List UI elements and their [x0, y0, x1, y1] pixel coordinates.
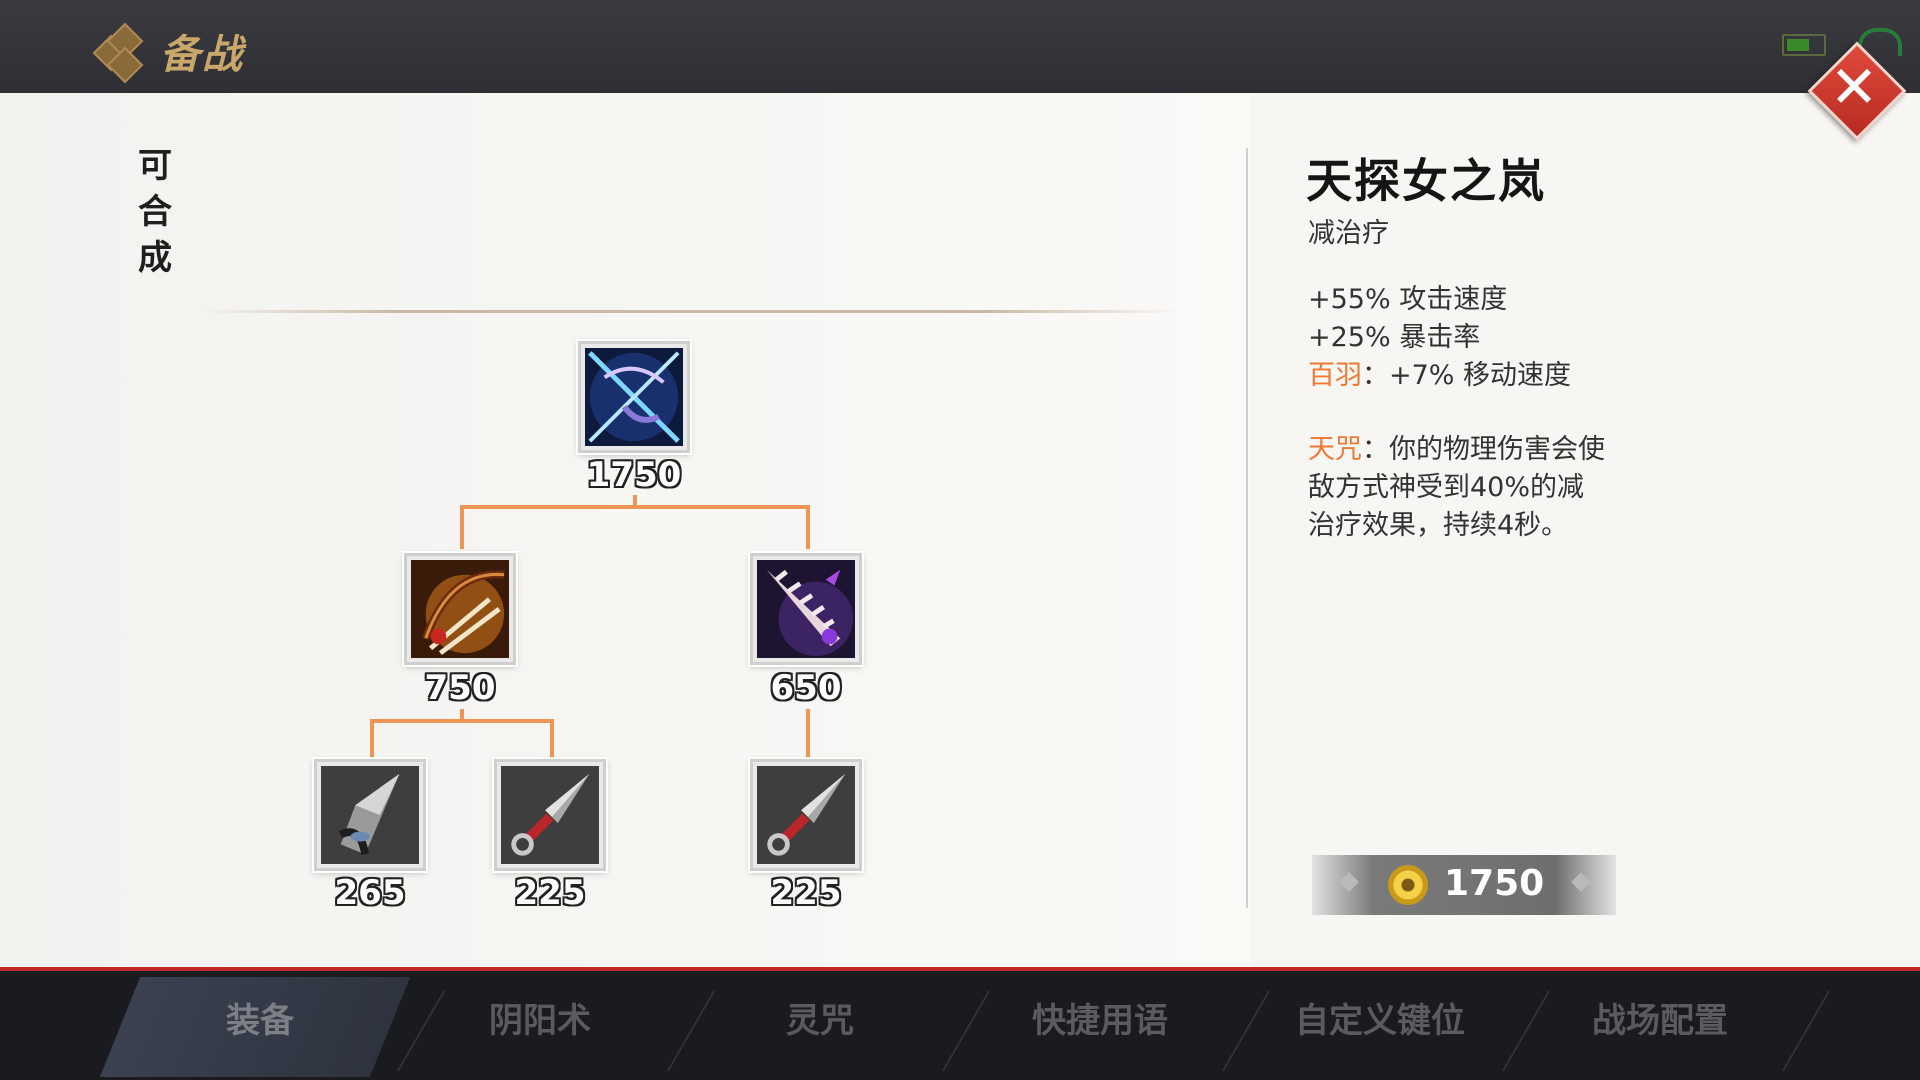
divider: [200, 310, 1180, 313]
passive-name: 百羽: [1308, 360, 1362, 391]
item-slot-gauntlet[interactable]: [314, 759, 426, 871]
game-logo-icon: [92, 22, 144, 84]
ornament-icon: [1571, 872, 1591, 892]
stat-line: +25% 暴击率: [1308, 322, 1481, 353]
coin-icon: [1388, 865, 1428, 905]
bow-with-arrows-icon: [411, 560, 509, 658]
item-slot-kunai[interactable]: [494, 759, 606, 871]
tab-onmyodo[interactable]: 阴阳术: [400, 971, 680, 1080]
blade-gauntlet-icon: [321, 766, 419, 864]
ornament-icon: [1339, 872, 1359, 892]
page-title: 备战: [160, 32, 244, 78]
tree-connector: [460, 709, 464, 721]
tree-connector: [806, 505, 810, 549]
kunai-dagger-icon: [757, 766, 855, 864]
bottom-tab-bar: 装备 阴阳术 灵咒 快捷用语 自定义键位 战场配置: [0, 971, 1920, 1080]
tab-quick-chat[interactable]: 快捷用语: [960, 971, 1240, 1080]
item-stats: +55% 攻击速度 +25% 暴击率 百羽：+7% 移动速度: [1308, 281, 1571, 395]
tree-connector: [633, 495, 637, 507]
tree-connector: [460, 505, 464, 549]
item-slot-kunai[interactable]: [750, 759, 862, 871]
recipe-area: [0, 93, 1250, 967]
item-name: 天探女之岚: [1306, 154, 1546, 208]
tree-connector: [806, 709, 810, 759]
kunai-dagger-icon: [501, 766, 599, 864]
item-price: 265: [334, 873, 406, 913]
stat-line: 百羽：+7% 移动速度: [1308, 357, 1571, 395]
top-bar: 备战: [0, 0, 1920, 93]
crossed-bow-arrow-icon: [585, 348, 683, 446]
tree-connector: [550, 719, 554, 759]
tab-battle-config[interactable]: 战场配置: [1520, 971, 1800, 1080]
tab-spells[interactable]: 灵咒: [680, 971, 960, 1080]
passive-text: ：+7% 移动速度: [1362, 360, 1572, 391]
spiked-claw-blade-icon: [757, 560, 855, 658]
craftable-label: 可合成: [138, 146, 172, 278]
passive-name: 天咒: [1308, 434, 1362, 465]
item-slot-bow[interactable]: [404, 553, 516, 665]
item-price: 1750: [586, 455, 682, 495]
close-button[interactable]: ✕: [1807, 41, 1907, 141]
item-price: 225: [514, 873, 586, 913]
tab-key-bindings[interactable]: 自定义键位: [1240, 971, 1520, 1080]
item-tag: 减治疗: [1308, 218, 1389, 249]
item-slot-root[interactable]: [578, 341, 690, 453]
item-price: 650: [770, 668, 842, 708]
equipment-panel: 可合成 1750 750 650 265 225 225 天探女之岚 减治疗 +…: [0, 93, 1920, 967]
tree-connector: [370, 719, 374, 759]
item-price: 225: [770, 873, 842, 913]
tab-equipment[interactable]: 装备: [120, 971, 400, 1080]
item-passive-description: 天咒：你的物理伤害会使敌方式神受到40%的减治疗效果，持续4秒。: [1308, 431, 1608, 545]
stat-line: +55% 攻击速度: [1308, 284, 1508, 315]
buy-price-bar[interactable]: 1750: [1312, 855, 1616, 915]
item-slot-claw[interactable]: [750, 553, 862, 665]
divider: [1246, 148, 1248, 908]
item-price: 750: [424, 668, 496, 708]
total-price: 1750: [1444, 863, 1545, 904]
